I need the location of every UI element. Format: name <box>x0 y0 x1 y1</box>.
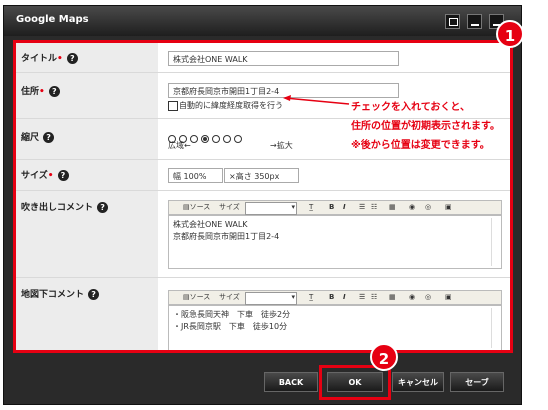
source-button[interactable]: ▤ソース <box>183 201 210 214</box>
map-comment-editor[interactable]: ・阪急長岡天神 下車 徒歩2分 ・JR長岡京駅 下車 徒歩10分 <box>168 305 502 350</box>
scale-radio[interactable] <box>212 135 220 143</box>
source-button[interactable]: ▤ソース <box>183 291 210 304</box>
dialog-title: Google Maps <box>16 14 89 25</box>
minimize-icon <box>471 24 479 26</box>
indent-icon[interactable]: ☷ <box>371 291 377 304</box>
height-input[interactable]: ×高さ 350px <box>224 168 299 183</box>
auto-latlng-label: 自動的に緯度経度取得を行う <box>179 101 283 110</box>
annotation-arrow <box>283 95 350 105</box>
link-icon[interactable]: ◎ <box>425 201 431 214</box>
image-icon[interactable]: ▣ <box>445 291 452 304</box>
help-icon[interactable]: ? <box>48 86 60 97</box>
auto-latlng-option[interactable]: 自動的に緯度経度取得を行う <box>168 100 283 111</box>
scale-label: 縮尺 <box>21 133 40 143</box>
image-icon[interactable]: ▣ <box>445 201 452 214</box>
balloon-comment-editor[interactable]: 株式会社ONE WALK 京都府長岡京市開田1丁目2-4 <box>168 215 502 269</box>
help-icon[interactable]: ? <box>57 170 69 181</box>
cancel-button[interactable]: キャンセル <box>392 372 444 392</box>
minimize-button[interactable] <box>467 14 482 29</box>
row-title: タイトル•? 株式会社ONE WALK <box>16 43 510 73</box>
scrollbar[interactable] <box>491 218 500 266</box>
address-label: 住所 <box>21 87 40 97</box>
list-icon[interactable]: ☰ <box>359 201 365 214</box>
editor-line: ・JR長岡京駅 下車 徒歩10分 <box>173 322 288 331</box>
maximize-button[interactable] <box>445 14 460 29</box>
title-label: タイトル <box>21 54 58 64</box>
list-icon[interactable]: ☰ <box>359 291 365 304</box>
scrollbar[interactable] <box>491 308 500 348</box>
form-area: タイトル•? 株式会社ONE WALK 住所•? 京都府長岡京市開田1丁目2-4… <box>13 40 513 353</box>
scale-radio[interactable] <box>223 135 231 143</box>
link-icon[interactable]: ◎ <box>425 291 431 304</box>
bold-button[interactable]: B <box>329 291 334 304</box>
width-input[interactable]: 幅 100% <box>168 168 223 183</box>
back-button[interactable]: BACK <box>264 372 318 392</box>
width-value: 100% <box>183 172 207 181</box>
map-comment-label: 地図下コメント <box>21 290 85 300</box>
italic-button[interactable]: I <box>343 291 346 304</box>
annotation-line-2: 住所の位置が初期表示されます。 <box>351 121 500 132</box>
indent-icon[interactable]: ☷ <box>371 201 377 214</box>
size-label: サイズ <box>219 293 240 301</box>
size-label: サイズ <box>219 203 240 211</box>
editor-toolbar: ▤ソース サイズ ▾ T̲ B I ☰ ☷ ▦ ◉ ◎ ▣ <box>168 200 502 215</box>
ok-button[interactable]: OK <box>327 372 383 392</box>
required-mark: • <box>39 87 45 97</box>
width-label: 幅 <box>173 172 181 181</box>
table-icon[interactable]: ▦ <box>389 291 396 304</box>
balloon-comment-label: 吹き出しコメント <box>21 203 94 213</box>
help-icon[interactable]: ? <box>66 53 78 64</box>
step-badge-2: 2 <box>370 343 398 371</box>
height-label: ×高さ <box>229 172 252 181</box>
height-value: 350px <box>254 172 280 181</box>
maximize-icon <box>449 18 458 26</box>
editor-line: 京都府長岡京市開田1丁目2-4 <box>173 232 280 241</box>
save-button[interactable]: セーブ <box>450 372 504 392</box>
chevron-down-icon: ▾ <box>291 203 295 211</box>
google-maps-dialog: Google Maps タイトル•? 株式会社ONE WALK 住所•? 京都府… <box>3 5 522 405</box>
scale-wide-caption: 広域← <box>168 141 191 150</box>
annotation-line-1: チェックを入れておくと、 <box>351 102 470 113</box>
annotation-line-3: ※後から位置は変更できます。 <box>351 140 490 151</box>
italic-button[interactable]: I <box>343 201 346 214</box>
globe-icon[interactable]: ◉ <box>409 291 415 304</box>
globe-icon[interactable]: ◉ <box>409 201 415 214</box>
row-map-comment: 地図下コメント? ▤ソース サイズ ▾ T̲ B I ☰ ☷ ▦ ◉ ◎ ▣ ・… <box>16 278 510 350</box>
required-mark: • <box>47 171 54 181</box>
scale-radio[interactable] <box>190 135 198 143</box>
scale-radio-selected[interactable] <box>201 135 209 143</box>
size-label: サイズ <box>21 171 48 181</box>
bold-button[interactable]: B <box>329 201 334 214</box>
scale-zoom-caption: →拡大 <box>270 141 293 150</box>
required-mark: • <box>57 54 63 64</box>
help-icon[interactable]: ? <box>43 132 55 143</box>
font-color-icon[interactable]: T̲ <box>309 291 313 304</box>
step-badge-1: 1 <box>496 20 524 48</box>
editor-line: 株式会社ONE WALK <box>173 220 248 229</box>
table-icon[interactable]: ▦ <box>389 201 396 214</box>
editor-line: ・阪急長岡天神 下車 徒歩2分 <box>173 310 291 319</box>
font-color-icon[interactable]: T̲ <box>309 201 313 214</box>
row-balloon-comment: 吹き出しコメント? ▤ソース サイズ ▾ T̲ B I ☰ ☷ ▦ ◉ ◎ ▣ … <box>16 191 510 278</box>
size-select[interactable]: ▾ <box>245 202 297 215</box>
dialog-titlebar: Google Maps <box>4 6 521 36</box>
help-icon[interactable]: ? <box>97 202 109 213</box>
chevron-down-icon: ▾ <box>291 293 295 301</box>
editor-toolbar: ▤ソース サイズ ▾ T̲ B I ☰ ☷ ▦ ◉ ◎ ▣ <box>168 290 502 305</box>
title-input[interactable]: 株式会社ONE WALK <box>168 51 399 66</box>
size-select[interactable]: ▾ <box>245 292 297 305</box>
scale-radio[interactable] <box>234 135 242 143</box>
row-size: サイズ•? 幅 100% ×高さ 350px <box>16 160 510 191</box>
help-icon[interactable]: ? <box>88 289 100 300</box>
auto-latlng-checkbox[interactable] <box>168 100 178 111</box>
